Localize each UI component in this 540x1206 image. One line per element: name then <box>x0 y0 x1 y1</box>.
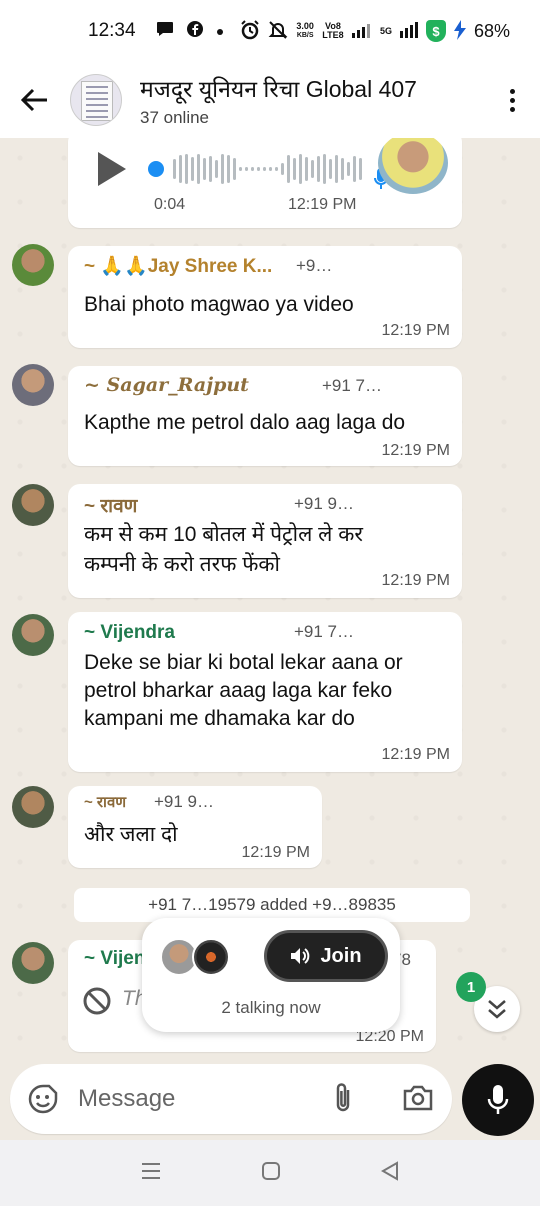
net-speed-unit: KB/S <box>296 32 314 39</box>
net-speed: 3.00 KB/S <box>296 22 314 40</box>
emoji-button[interactable] <box>28 1084 58 1119</box>
online-count: 37 online <box>140 108 210 127</box>
sender-name[interactable]: ~ 🙏🙏Jay Shree K... <box>84 254 272 278</box>
avatar[interactable] <box>12 786 54 828</box>
message-bubble[interactable]: ~ Vijendra +91 7… Deke se biar ki botal … <box>68 612 462 772</box>
seek-handle[interactable] <box>148 161 164 177</box>
voice-chat-popup[interactable]: Join 2 talking now <box>142 918 400 1032</box>
sender-name[interactable]: ~ Sagar_Rajput <box>84 374 249 396</box>
mute-icon <box>268 20 288 43</box>
avatar[interactable] <box>12 364 54 406</box>
avatar <box>192 938 230 976</box>
message-time: 12:19 PM <box>381 322 450 339</box>
message-text: Deke se biar ki botal lekar aana or <box>84 651 403 674</box>
voice-note-message[interactable]: 0:04 12:19 PM <box>68 138 462 228</box>
speaker-icon <box>291 948 310 964</box>
triangle-back-icon <box>381 1160 399 1181</box>
chat-bubble-icon <box>156 21 174 41</box>
message-bubble[interactable]: ~ Sagar_Rajput +91 7… Kapthe me petrol d… <box>68 366 462 466</box>
message-time: 12:19 PM <box>241 844 310 861</box>
message-bubble[interactable]: ~ 🙏🙏Jay Shree K... +9… Bhai photo magwao… <box>68 246 462 348</box>
attach-button[interactable] <box>332 1082 354 1119</box>
home-button[interactable] <box>261 1161 281 1186</box>
sender-phone: +91 9… <box>294 494 355 513</box>
unread-badge: 1 <box>456 972 486 1002</box>
sender-phone: +91 7… <box>294 622 355 641</box>
group-avatar[interactable] <box>70 74 122 126</box>
system-message: +91 7…19579 added +9…89835 <box>74 888 470 922</box>
message-bubble[interactable]: ~ रावण +91 9… कम से कम 10 बोतल में पेट्र… <box>68 484 462 598</box>
sticker-icon <box>28 1084 58 1114</box>
microphone-icon <box>487 1085 509 1114</box>
avatar[interactable] <box>12 614 54 656</box>
volte-label: Vo8 LTE8 <box>322 21 344 40</box>
join-button[interactable]: Join <box>264 930 388 982</box>
back-button[interactable] <box>0 62 70 138</box>
message-bubble[interactable]: ~ रावण +91 9… और जला दो 12:19 PM <box>68 786 322 868</box>
shield-icon: $ <box>425 20 446 42</box>
back-nav-button[interactable] <box>380 1160 400 1186</box>
camera-icon <box>403 1085 433 1111</box>
join-label: Join <box>320 944 362 967</box>
play-icon[interactable] <box>98 152 126 186</box>
message-time: 12:19 PM <box>381 572 450 589</box>
chat-header: मजदूर यूनियन रिचा Global 407 37 online <box>0 62 540 138</box>
message-time: 12:19 PM <box>381 442 450 459</box>
avatar[interactable] <box>12 942 54 984</box>
message-time: 12:19 PM <box>381 746 450 763</box>
sender-name[interactable]: ~ रावण <box>84 792 126 812</box>
message-text: kampani me dhamaka kar do <box>84 707 355 730</box>
message-text: और जला दो <box>84 823 178 846</box>
composer <box>10 1064 452 1134</box>
alarm-icon <box>240 19 260 43</box>
sender-name[interactable]: ~ Vijendra <box>84 622 175 644</box>
chevron-double-down-icon <box>488 1000 506 1019</box>
talking-count: 2 talking now <box>221 998 321 1017</box>
message-text: कम्पनी के करो तरफ फेंको <box>84 553 280 576</box>
signal-icon <box>399 21 418 41</box>
more-options-button[interactable] <box>484 62 540 138</box>
battery-percent: 68% <box>473 20 510 41</box>
camera-button[interactable] <box>402 1084 434 1117</box>
deleted-icon <box>82 986 112 1021</box>
avatar[interactable] <box>12 484 54 526</box>
sender-phone: +91 7… <box>322 376 383 395</box>
composer-bar <box>0 1060 540 1140</box>
message-text: Bhai photo magwao ya video <box>84 293 354 316</box>
sender-phone: +9… <box>296 256 333 275</box>
charging-icon <box>453 19 466 43</box>
signal-icon <box>351 22 372 41</box>
message-time: 12:19 PM <box>288 196 357 213</box>
recent-apps-button[interactable] <box>140 1162 162 1185</box>
sender-name[interactable]: ~ रावण <box>84 492 137 518</box>
status-bar: 12:34 3.00 KB/S Vo8 LTE8 5G $ 68% <box>0 0 540 62</box>
arrow-left-icon <box>21 88 47 112</box>
system-nav-bar <box>0 1140 540 1206</box>
paperclip-icon <box>336 1083 350 1112</box>
voice-duration: 0:04 <box>154 196 186 213</box>
voice-record-button[interactable] <box>462 1064 534 1136</box>
network-label: 5G <box>379 25 392 36</box>
status-time: 12:34 <box>88 20 136 41</box>
group-title: मजदूर यूनियन रिचा Global 407 <box>140 76 417 102</box>
facebook-icon <box>186 20 204 42</box>
net-speed-value: 3.00 <box>296 21 314 31</box>
voice-chat-participants <box>160 938 230 976</box>
sender-name[interactable]: ~ Vijen <box>84 948 145 970</box>
avatar[interactable] <box>12 244 54 286</box>
message-text: Kapthe me petrol dalo aag laga do <box>84 411 406 434</box>
message-text: petrol bharkar aaag laga kar feko <box>84 679 393 702</box>
home-square-icon <box>261 1161 280 1180</box>
menu-icon <box>141 1162 160 1179</box>
sender-phone: +91 9… <box>154 792 215 811</box>
message-input[interactable] <box>78 1083 308 1115</box>
message-text: कम से कम 10 बोतल में पेट्रोल ले कर <box>84 523 363 546</box>
group-info[interactable]: मजदूर यूनियन रिचा Global 407 37 online <box>140 72 484 128</box>
dot-icon <box>216 23 224 40</box>
